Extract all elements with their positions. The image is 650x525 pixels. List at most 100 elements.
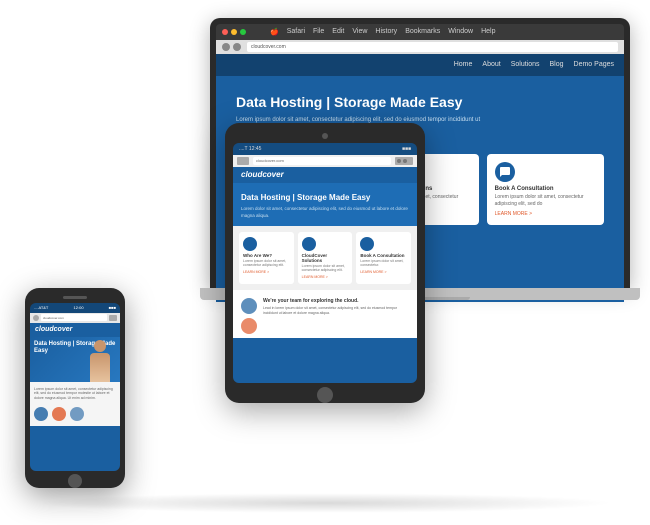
laptop-menubar: 🍎 Safari File Edit View History Bookmark… (216, 24, 624, 40)
tablet-card-link-2[interactable]: LEARN MORE > (360, 270, 407, 274)
phone-person-body (90, 353, 110, 382)
phone-device: ....AT&T 12:00 ■■■ cloudcover.com cloudc… (25, 288, 125, 488)
tablet-team-icon-1 (241, 318, 257, 334)
phone-carrier: ....AT&T (34, 305, 48, 310)
laptop-urlbar: cloudcover.com (216, 40, 624, 54)
laptop-card-icon-2 (495, 162, 515, 182)
tablet-card-text-1: Lorem ipsum dolor sit amet, consectetur … (302, 264, 349, 273)
tablet-hero-text: Lorem dolor sit amet, consectetur adipis… (241, 206, 409, 220)
tablet-url-input[interactable]: cloudcover.com (253, 157, 391, 165)
phone-feature-icon-2 (70, 407, 84, 421)
menu-help: Help (481, 28, 495, 36)
minimize-dot (231, 29, 237, 35)
tablet-camera (322, 133, 328, 139)
phone-content: Lorem ipsum dolor sit amet, consectetur … (30, 382, 120, 427)
scene: 🍎 Safari File Edit View History Bookmark… (10, 8, 640, 518)
tablet-card-link-1[interactable]: LEARN MORE > (302, 275, 349, 279)
mac-menu: 🍎 Safari File Edit View History Bookmark… (270, 28, 496, 36)
phone-screen: ....AT&T 12:00 ■■■ cloudcover.com cloudc… (30, 303, 120, 471)
phone-nav-brand: cloudcover (30, 323, 120, 337)
laptop-card-2: Book A Consultation Lorem ipsum dolor si… (487, 154, 604, 225)
phone-content-text: Lorem ipsum dolor sit amet, consectetur … (34, 387, 116, 402)
laptop-nav-home[interactable]: Home (454, 61, 473, 68)
shadow (35, 493, 615, 513)
phone-url-input[interactable]: cloudcover.com (41, 314, 107, 321)
mac-dots (222, 29, 246, 35)
phone-url-text: cloudcover.com (43, 316, 64, 320)
menu-bookmarks: Bookmarks (405, 28, 440, 36)
phone-person-head (94, 340, 106, 352)
tablet-team-section: We're your team for exploring the cloud.… (233, 290, 417, 338)
tablet-url-text: cloudcover.com (256, 158, 284, 163)
tablet-card-title-0: Who Are We? (243, 253, 290, 258)
tablet-card-icon-1 (302, 237, 316, 251)
laptop-card-title-2: Book A Consultation (495, 186, 596, 192)
tablet-team-title: We're your team for exploring the cloud. (263, 298, 409, 304)
tablet-team-icons (241, 298, 257, 334)
tablet-card-link-0[interactable]: LEARN MORE > (243, 270, 290, 274)
phone-speaker (63, 296, 87, 299)
menu-safari: Safari (287, 28, 305, 36)
menu-view: View (352, 28, 367, 36)
laptop-nav-blog[interactable]: Blog (550, 61, 564, 68)
tablet-body: ....T 12:45 ■■■ cloudcover.com cl (225, 123, 425, 403)
menu-edit: Edit (332, 28, 344, 36)
forward-button[interactable] (233, 43, 241, 51)
laptop-nav-about[interactable]: About (482, 61, 500, 68)
phone-person-illustration (85, 340, 115, 382)
tablet-team-icon-0 (241, 298, 257, 314)
phone-back-btn[interactable] (33, 315, 39, 321)
laptop-url-input[interactable]: cloudcover.com (247, 42, 618, 52)
tablet-home-button[interactable] (317, 387, 333, 403)
phone-share-btn[interactable] (109, 315, 117, 321)
laptop-nav-solutions[interactable]: Solutions (511, 61, 540, 68)
phone-feature-icon-1 (52, 407, 66, 421)
maximize-dot (240, 29, 246, 35)
laptop-nav-demo[interactable]: Demo Pages (574, 61, 614, 68)
tablet-card-0: Who Are We? Lorem ipsum dolor sit amet, … (239, 232, 294, 284)
tablet-brand-text: cloudcover (241, 170, 284, 179)
phone-icon-row (34, 407, 116, 421)
laptop-hero-title: Data Hosting | Storage Made Easy (236, 94, 604, 111)
laptop-card-text-2: Lorem ipsum dolor sit amet, consectetur … (495, 194, 596, 208)
tablet-team-content: We're your team for exploring the cloud.… (263, 298, 409, 316)
tablet-nav-brand: cloudcover (233, 167, 417, 183)
back-button[interactable] (222, 43, 230, 51)
menu-apple: 🍎 (270, 28, 279, 36)
tablet-card-icon-0 (243, 237, 257, 251)
tablet-back-btn[interactable] (237, 157, 249, 165)
laptop-nav: Home About Solutions Blog Demo Pages (216, 54, 624, 76)
phone-time: 12:00 (74, 305, 84, 310)
phone-body: ....AT&T 12:00 ■■■ cloudcover.com cloudc… (25, 288, 125, 488)
phone-battery: ■■■ (109, 305, 116, 310)
close-dot (222, 29, 228, 35)
phone-urlbar: cloudcover.com (30, 313, 120, 323)
menu-history: History (375, 28, 397, 36)
phone-home-button[interactable] (68, 474, 82, 488)
menu-file: File (313, 28, 324, 36)
tablet-card-icon-2 (360, 237, 374, 251)
tablet-screen: ....T 12:45 ■■■ cloudcover.com cl (233, 143, 417, 383)
tablet-card-title-2: Book A Consultation (360, 253, 407, 258)
tablet-device: ....T 12:45 ■■■ cloudcover.com cl (225, 123, 425, 403)
tablet-statusbar: ....T 12:45 ■■■ (233, 143, 417, 155)
laptop-url-text: cloudcover.com (251, 44, 286, 50)
tablet-hero: Data Hosting | Storage Made Easy Lorem d… (233, 183, 417, 226)
tablet-card-1: CloudCover Solutions Lorem ipsum dolor s… (298, 232, 353, 284)
tablet-action-icon-2 (403, 159, 407, 163)
tablet-action-buttons (395, 157, 413, 165)
phone-brand-text: cloudcover (35, 326, 72, 333)
menu-window: Window (448, 28, 473, 36)
tablet-card-2: Book A Consultation Lorem ipsum dolor si… (356, 232, 411, 284)
tablet-urlbar: cloudcover.com (233, 155, 417, 167)
laptop-card-link-2[interactable]: LEARN MORE > (495, 211, 596, 217)
phone-statusbar: ....AT&T 12:00 ■■■ (30, 303, 120, 313)
tablet-cards: Who Are We? Lorem ipsum dolor sit amet, … (233, 226, 417, 290)
tablet-team-text: Lead in lorem ipsum dolor sit amet, cons… (263, 306, 409, 316)
phone-hero-image: Data Hosting | Storage Made Easy (30, 337, 120, 382)
tablet-action-icon (397, 159, 401, 163)
tablet-card-text-2: Lorem ipsum dolor sit amet, consectetur. (360, 259, 407, 268)
tablet-card-text-0: Lorem ipsum dolor sit amet, consectetur … (243, 259, 290, 268)
tablet-card-title-1: CloudCover Solutions (302, 253, 349, 263)
phone-feature-icon-0 (34, 407, 48, 421)
